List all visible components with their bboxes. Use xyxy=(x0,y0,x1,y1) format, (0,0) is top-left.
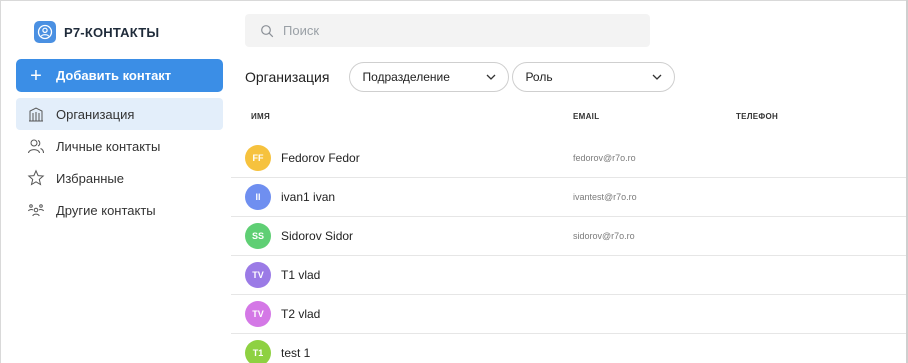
table-row[interactable]: II ivan1 ivan ivantest@r7o.ro xyxy=(231,177,906,216)
people-icon xyxy=(16,130,56,162)
column-header-email[interactable]: EMAIL xyxy=(573,112,599,121)
sidebar-item-other-contacts[interactable]: Другие контакты xyxy=(16,194,223,226)
avatar: TV xyxy=(245,262,271,288)
sidebar: Р7-КОНТАКТЫ + Добавить контакт Организац… xyxy=(1,1,229,363)
table-row[interactable]: FF Fedorov Fedor fedorov@r7o.ro xyxy=(231,138,906,177)
search-icon xyxy=(251,24,283,38)
contact-email: sidorov@r7o.ro xyxy=(573,231,635,241)
table-row[interactable]: SS Sidorov Sidor sidorov@r7o.ro xyxy=(231,216,906,255)
contact-name: Fedorov Fedor xyxy=(281,150,360,165)
search-placeholder: Поиск xyxy=(283,23,320,38)
avatar: TV xyxy=(245,301,271,327)
group-icon xyxy=(16,194,56,226)
sidebar-item-label: Другие контакты xyxy=(56,202,156,218)
sidebar-item-favorites[interactable]: Избранные xyxy=(16,162,223,194)
role-select-value: Роль xyxy=(525,70,553,84)
contact-name: T2 vlad xyxy=(281,307,321,321)
building-icon xyxy=(16,98,56,130)
contact-email: fedorov@r7o.ro xyxy=(573,152,636,163)
table-row[interactable]: T1 test 1 xyxy=(231,333,906,363)
search-input[interactable]: Поиск xyxy=(245,14,650,47)
app-header: Р7-КОНТАКТЫ xyxy=(34,21,159,43)
column-header-phone[interactable]: ТЕЛЕФОН xyxy=(736,112,778,121)
contact-name: T1 vlad xyxy=(281,268,321,282)
contacts-app-icon xyxy=(34,21,56,43)
add-contact-label: Добавить контакт xyxy=(56,68,172,83)
section-title: Организация xyxy=(245,69,330,85)
department-select[interactable]: Подразделение xyxy=(349,62,510,92)
table-row[interactable]: TV T1 vlad xyxy=(231,255,906,294)
chevron-down-icon xyxy=(486,72,496,82)
contact-name: test 1 xyxy=(281,346,311,360)
plus-icon: + xyxy=(30,64,42,87)
sidebar-item-organization[interactable]: Организация xyxy=(16,98,223,130)
sidebar-item-label: Личные контакты xyxy=(56,138,161,154)
contact-name: ivan1 ivan xyxy=(281,190,336,204)
sidebar-item-personal-contacts[interactable]: Личные контакты xyxy=(16,130,223,162)
app-title: Р7-КОНТАКТЫ xyxy=(64,24,160,40)
add-contact-button[interactable]: + Добавить контакт xyxy=(16,59,223,92)
sidebar-item-label: Избранные xyxy=(56,170,124,186)
contact-email: ivantest@r7o.ro xyxy=(573,192,637,202)
filter-bar: Организация Подразделение Роль xyxy=(245,62,676,92)
avatar: FF xyxy=(245,144,271,171)
role-select[interactable]: Роль xyxy=(512,62,676,92)
contacts-list: FF Fedorov Fedor fedorov@r7o.ro II ivan1… xyxy=(231,138,906,363)
avatar: SS xyxy=(245,223,271,249)
chevron-down-icon xyxy=(652,72,662,82)
sidebar-item-label: Организация xyxy=(56,106,135,122)
sidebar-nav: Организация Личные контакты Избранные Др… xyxy=(16,98,223,226)
department-select-value: Подразделение xyxy=(362,70,450,84)
column-header-name[interactable]: ИМЯ xyxy=(251,112,270,121)
avatar: II xyxy=(245,184,271,210)
star-icon xyxy=(16,162,56,194)
table-row[interactable]: TV T2 vlad xyxy=(231,294,906,333)
contact-name: Sidorov Sidor xyxy=(281,229,354,243)
avatar: T1 xyxy=(245,340,271,363)
